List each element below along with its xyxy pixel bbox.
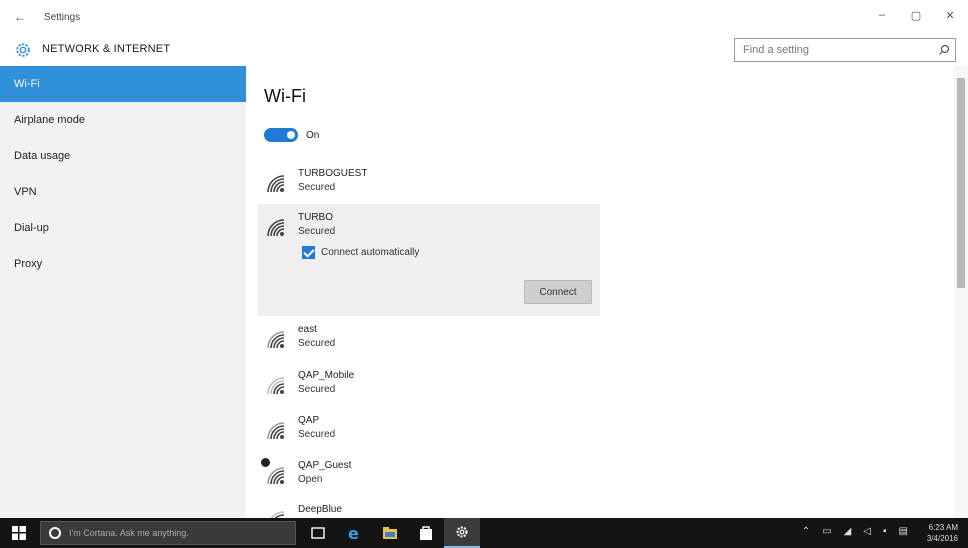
network-name: east	[298, 324, 317, 335]
clock[interactable]: 6:23 AM 3/4/2016	[927, 522, 958, 544]
task-view-icon[interactable]	[300, 518, 336, 548]
network-status: Secured	[298, 384, 336, 395]
wifi-signal-icon	[267, 219, 285, 237]
title-bar: ← Settings – ▢ ✕	[0, 0, 968, 34]
wifi-signal-icon	[267, 422, 285, 440]
windows-start-icon[interactable]	[12, 526, 26, 540]
network-status: Secured	[298, 338, 336, 349]
window-controls: – ▢ ✕	[876, 9, 956, 22]
sidebar-item-airplane-mode[interactable]: Airplane mode	[0, 102, 246, 138]
search-input[interactable]	[735, 39, 925, 61]
wifi-signal-icon	[267, 175, 285, 193]
store-icon[interactable]	[408, 518, 444, 548]
sidebar-item-data-usage[interactable]: Data usage	[0, 138, 246, 174]
cortana-icon	[49, 527, 61, 539]
main-content: Wi-Fi On TURBOGUEST Secured TURBO Secure…	[246, 66, 954, 518]
svg-text:e: e	[348, 525, 359, 541]
gear-icon	[16, 43, 30, 57]
network-status: Secured	[298, 429, 336, 440]
wifi-signal-icon	[267, 377, 285, 395]
search-icon[interactable]	[938, 44, 950, 56]
network-item[interactable]: TURBOGUEST Secured	[264, 166, 594, 206]
network-name: DeepBlue	[298, 504, 342, 515]
search-box[interactable]	[734, 38, 956, 62]
network-item[interactable]: east Secured	[264, 322, 594, 362]
cortana-search[interactable]: I'm Cortana. Ask me anything.	[40, 521, 296, 545]
cortana-placeholder: I'm Cortana. Ask me anything.	[69, 528, 189, 538]
network-item-expanded[interactable]: TURBO Secured Connect automatically Conn…	[258, 204, 600, 316]
wifi-toggle-row: On	[264, 128, 319, 142]
network-status: Secured	[298, 182, 336, 193]
scrollbar[interactable]	[954, 66, 968, 518]
network-icon[interactable]: ◢	[844, 526, 852, 537]
shield-icon	[261, 458, 270, 467]
taskbar: I'm Cortana. Ask me anything. e ⌃ ▭ ◢ ◁ …	[0, 518, 968, 548]
maximize-button[interactable]: ▢	[910, 9, 922, 22]
settings-header: NETWORK & INTERNET	[0, 34, 968, 66]
volume-icon[interactable]: ◁	[863, 526, 871, 537]
file-explorer-icon[interactable]	[372, 518, 408, 548]
notification-icon[interactable]: ▪	[883, 526, 887, 537]
sidebar-item-wifi[interactable]: Wi-Fi	[0, 66, 246, 102]
wifi-toggle-label: On	[306, 129, 320, 141]
network-name: QAP	[298, 415, 320, 426]
network-name: QAP_Mobile	[298, 370, 355, 381]
connect-automatically-checkbox[interactable]	[302, 246, 315, 259]
sidebar: Wi-Fi Airplane mode Data usage VPN Dial-…	[0, 66, 246, 518]
sidebar-item-proxy[interactable]: Proxy	[0, 246, 246, 282]
connect-automatically-row[interactable]: Connect automatically	[302, 246, 419, 259]
connect-automatically-label: Connect automatically	[321, 247, 420, 258]
network-item[interactable]: QAP_Guest Open	[261, 458, 594, 498]
back-button[interactable]: ←	[14, 10, 26, 24]
network-item[interactable]: QAP Secured	[264, 413, 594, 453]
sidebar-item-dial-up[interactable]: Dial-up	[0, 210, 246, 246]
network-status: Secured	[298, 226, 336, 237]
sidebar-item-vpn[interactable]: VPN	[0, 174, 246, 210]
section-title: NETWORK & INTERNET	[42, 43, 171, 55]
settings-icon[interactable]	[444, 518, 480, 548]
network-item[interactable]: DeepBlue	[264, 502, 594, 518]
network-name: TURBO	[298, 212, 333, 223]
system-tray: ⌃ ▭ ◢ ◁ ▪ ▤	[802, 526, 908, 537]
taskbar-apps: e	[300, 518, 480, 548]
page-title: Wi-Fi	[264, 86, 306, 106]
edge-icon[interactable]: e	[336, 518, 372, 548]
connect-button[interactable]: Connect	[524, 280, 592, 304]
network-item[interactable]: QAP_Mobile Secured	[264, 368, 594, 408]
clock-time: 6:23 AM	[928, 523, 958, 532]
minimize-button[interactable]: –	[876, 9, 888, 22]
wifi-signal-icon	[267, 331, 285, 349]
clock-date: 3/4/2016	[926, 534, 958, 543]
wifi-toggle[interactable]	[264, 128, 298, 142]
network-name: QAP_Guest	[298, 460, 352, 471]
keyboard-icon[interactable]: ▤	[899, 526, 908, 537]
window-title: Settings	[44, 12, 81, 23]
battery-icon[interactable]: ▭	[822, 526, 831, 537]
network-status: Open	[298, 474, 323, 485]
close-button[interactable]: ✕	[944, 9, 956, 22]
scrollbar-thumb[interactable]	[957, 78, 965, 288]
wifi-signal-icon	[270, 511, 285, 518]
network-name: TURBOGUEST	[298, 168, 368, 179]
wifi-signal-icon	[267, 467, 285, 485]
chevron-up-icon[interactable]: ⌃	[802, 526, 810, 537]
